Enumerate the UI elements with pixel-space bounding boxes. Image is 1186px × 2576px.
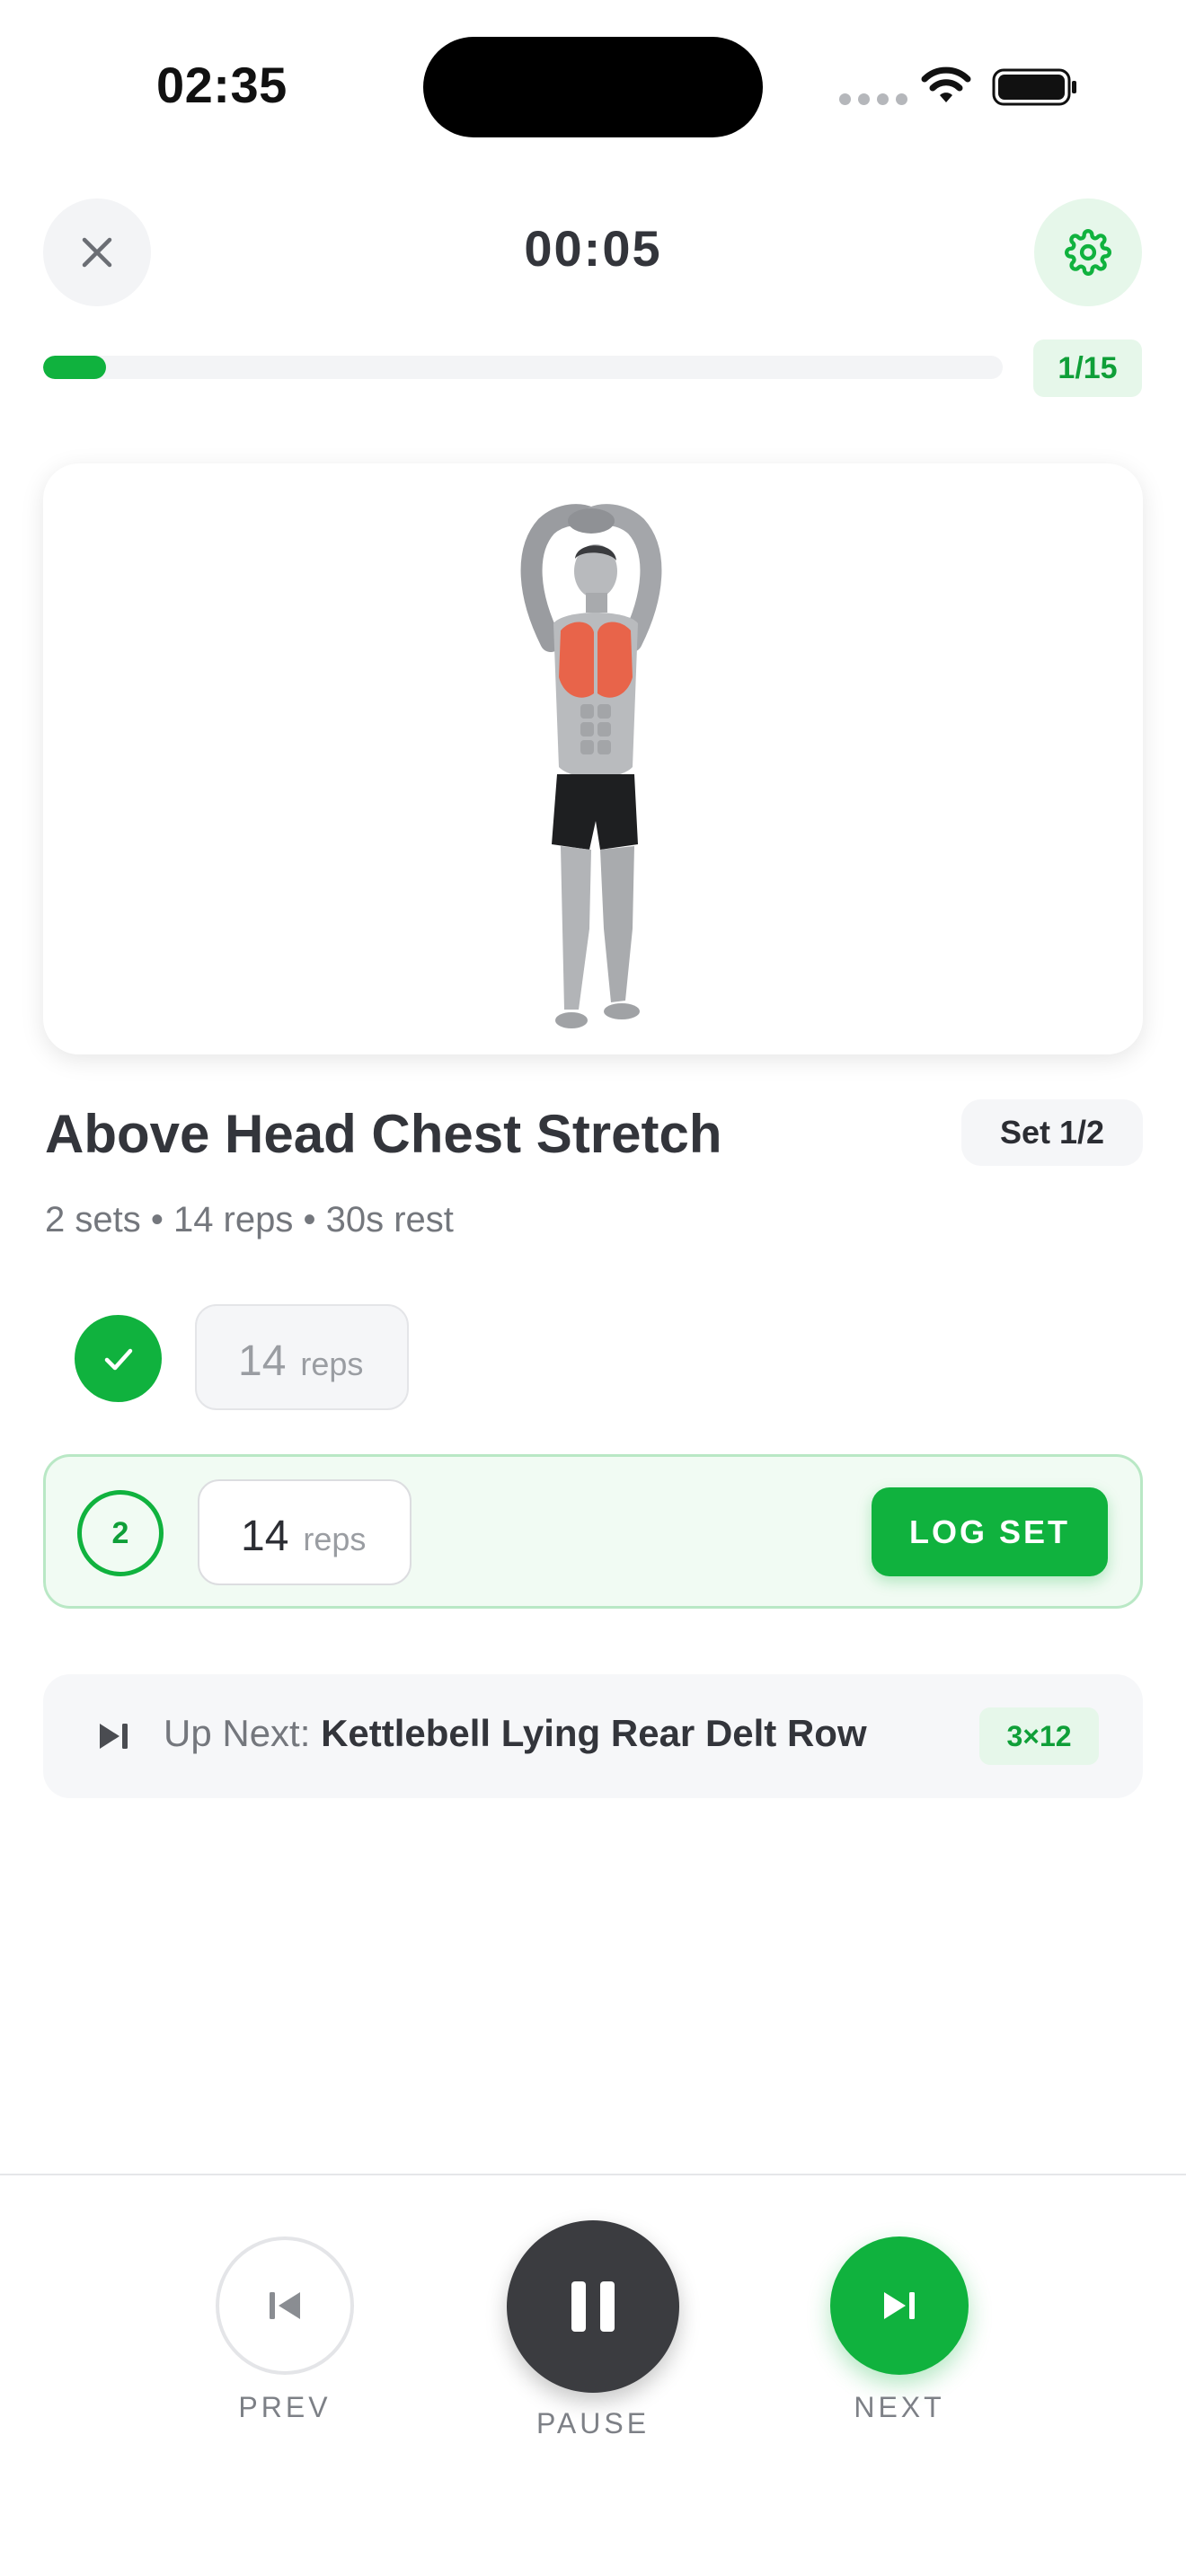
set-progress-badge: Set 1/2 xyxy=(961,1099,1143,1166)
previous-label: PREV xyxy=(238,2391,332,2423)
wifi-icon xyxy=(921,66,971,102)
completed-set-check[interactable] xyxy=(75,1315,162,1402)
previous-button[interactable] xyxy=(216,2236,354,2375)
checkmark-icon xyxy=(104,1348,132,1370)
completed-set-reps: 14 reps xyxy=(195,1304,409,1410)
log-set-button[interactable]: LOG SET xyxy=(872,1487,1108,1576)
progress-counter-badge: 1/15 xyxy=(1033,340,1142,397)
exercise-title: Above Head Chest Stretch xyxy=(45,1104,722,1164)
reps-unit: reps xyxy=(303,1521,367,1557)
reps-unit: reps xyxy=(300,1345,364,1382)
up-next-sets-badge: 3×12 xyxy=(979,1707,1099,1765)
pause-label: PAUSE xyxy=(535,2407,651,2439)
exercise-image-card xyxy=(43,463,1143,1054)
set-number-indicator: 2 xyxy=(77,1490,164,1576)
workout-timer: 00:05 xyxy=(524,220,662,277)
workout-progress-bar xyxy=(43,356,1003,379)
exercise-meta: 2 sets • 14 reps • 30s rest xyxy=(45,1200,454,1239)
next-label: NEXT xyxy=(854,2391,945,2423)
settings-button[interactable] xyxy=(1034,198,1142,306)
skip-forward-icon xyxy=(100,1724,128,1749)
up-next-prefix: Up Next: xyxy=(164,1712,322,1754)
reps-value: 14 xyxy=(241,1513,289,1560)
reps-value: 14 xyxy=(238,1337,287,1385)
exercise-illustration xyxy=(520,504,662,1028)
pause-button[interactable] xyxy=(507,2220,679,2393)
gear-icon xyxy=(1065,229,1111,276)
skip-back-icon xyxy=(270,2292,300,2319)
up-next-exercise-name: Kettlebell Lying Rear Delt Row xyxy=(321,1712,867,1754)
dynamic-island xyxy=(423,37,763,137)
next-button[interactable] xyxy=(830,2236,969,2375)
cellular-signal-icon xyxy=(839,93,907,105)
close-icon xyxy=(82,237,112,268)
pause-icon xyxy=(571,2281,615,2332)
battery-icon xyxy=(992,68,1076,106)
status-icons xyxy=(839,66,1078,106)
reps-input[interactable]: 14 reps xyxy=(198,1479,412,1585)
progress-fill xyxy=(43,356,107,379)
up-next-text: Up Next: Kettlebell Lying Rear Delt Row xyxy=(164,1712,867,1755)
skip-forward-icon xyxy=(884,2292,915,2319)
close-button[interactable] xyxy=(43,198,151,306)
status-time: 02:35 xyxy=(156,57,288,113)
